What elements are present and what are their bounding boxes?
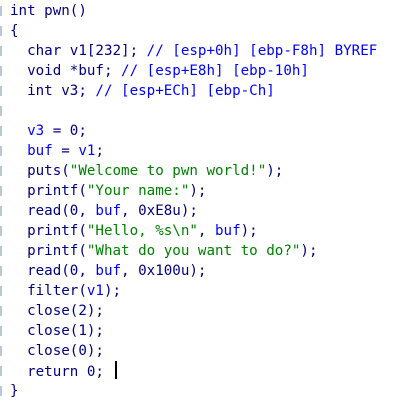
code-token: buf (95, 203, 122, 219)
code-token: "Welcome to pwn world!" (69, 163, 267, 179)
code-token: printf( (10, 183, 87, 199)
code-token: read(0, (10, 263, 96, 279)
gutter-line-marker (0, 306, 2, 316)
code-token: int v3; (10, 83, 96, 99)
gutter-line-marker (0, 126, 2, 136)
code-line[interactable]: close(0); (10, 341, 410, 361)
code-token: , 0xE8u); (121, 203, 198, 219)
code-token: "Your name:" (86, 183, 190, 199)
code-area[interactable]: int pwn() { char v1[232]; // [esp+0h] [eb… (10, 1, 410, 401)
code-line[interactable]: } (10, 381, 410, 401)
code-line[interactable]: buf = v1; (10, 141, 410, 161)
gutter-line-marker (0, 106, 2, 116)
code-token: buf (215, 223, 241, 239)
code-token: puts( (10, 163, 70, 179)
gutter-line-marker (0, 186, 2, 196)
code-token: int pwn() (10, 3, 87, 19)
gutter-line-marker (0, 206, 2, 216)
code-line[interactable]: close(2); (10, 301, 410, 321)
code-token: // [esp+ECh] [ebp-Ch] (95, 83, 275, 99)
code-token: ); (266, 163, 284, 179)
gutter-line-marker (0, 266, 2, 276)
code-token: filter( (10, 283, 87, 299)
code-line[interactable]: printf("What do you want to do?"); (10, 241, 410, 261)
code-token: ; (95, 143, 104, 159)
gutter-line-marker (0, 26, 2, 36)
code-token: = (52, 143, 79, 159)
code-line[interactable]: int pwn() (10, 1, 410, 21)
pseudocode-editor[interactable]: int pwn() { char v1[232]; // [esp+0h] [eb… (0, 0, 410, 409)
gutter-line-marker (0, 246, 2, 256)
code-line[interactable]: int v3; // [esp+ECh] [ebp-Ch] (10, 81, 410, 101)
code-line[interactable]: close(1); (10, 321, 410, 341)
code-token: } (10, 383, 19, 399)
code-token: ); (103, 283, 122, 299)
gutter-line-marker (0, 366, 2, 376)
code-token: void *buf; (10, 63, 122, 79)
gutter-line-marker (0, 166, 2, 176)
code-token: close(0); (10, 343, 104, 359)
code-token: // [esp+0h] [ebp-F8h] BYREF (146, 43, 378, 59)
code-line[interactable]: v3 = 0; (10, 121, 410, 141)
code-token: v1 (78, 143, 96, 159)
code-token: close(1); (10, 323, 104, 339)
gutter-line-marker (0, 86, 2, 96)
code-token: v3 (27, 123, 45, 139)
code-line[interactable]: void *buf; // [esp+E8h] [ebp-10h] (10, 61, 410, 81)
code-token: v1 (86, 283, 104, 299)
code-token: close(2); (10, 303, 104, 319)
code-token: read(0, (10, 203, 96, 219)
code-line[interactable] (10, 101, 410, 121)
code-token: buf (27, 143, 53, 159)
code-token: "What do you want to do?" (86, 243, 301, 259)
code-line[interactable]: return 0; (10, 361, 410, 381)
code-line[interactable]: char v1[232]; // [esp+0h] [ebp-F8h] BYRE… (10, 41, 410, 61)
code-token: return 0; (10, 364, 113, 380)
gutter-line-marker (0, 326, 2, 336)
gutter-line-marker (0, 46, 2, 56)
line-gutter (0, 0, 10, 409)
code-token: = 0; (44, 123, 87, 139)
code-token: "Hello, %s\n" (86, 223, 198, 239)
code-line[interactable]: read(0, buf, 0xE8u); (10, 201, 410, 221)
code-token: printf( (10, 243, 87, 259)
code-token: printf( (10, 223, 87, 239)
gutter-line-marker (0, 346, 2, 356)
code-line[interactable]: { (10, 21, 410, 41)
gutter-line-marker (0, 386, 2, 396)
code-token: // [esp+E8h] [ebp-10h] (121, 63, 309, 79)
gutter-line-marker (0, 226, 2, 236)
code-token: ); (189, 183, 207, 199)
code-line[interactable]: read(0, buf, 0x100u); (10, 261, 410, 281)
code-line[interactable]: printf("Your name:"); (10, 181, 410, 201)
code-token: , (197, 223, 216, 239)
code-token: ); (300, 243, 318, 259)
text-caret (114, 361, 117, 379)
code-token: buf (95, 263, 122, 279)
code-token: , 0x100u); (121, 263, 207, 279)
code-line[interactable]: printf("Hello, %s\n", buf); (10, 221, 410, 241)
gutter-line-marker (0, 286, 2, 296)
gutter-line-marker (0, 146, 2, 156)
gutter-line-marker (0, 6, 2, 16)
code-line[interactable]: puts("Welcome to pwn world!"); (10, 161, 410, 181)
code-line[interactable]: filter(v1); (10, 281, 410, 301)
gutter-line-marker (0, 66, 2, 76)
code-token: { (10, 23, 19, 39)
code-token: ); (240, 223, 258, 239)
code-token: char v1[232]; (10, 43, 147, 59)
